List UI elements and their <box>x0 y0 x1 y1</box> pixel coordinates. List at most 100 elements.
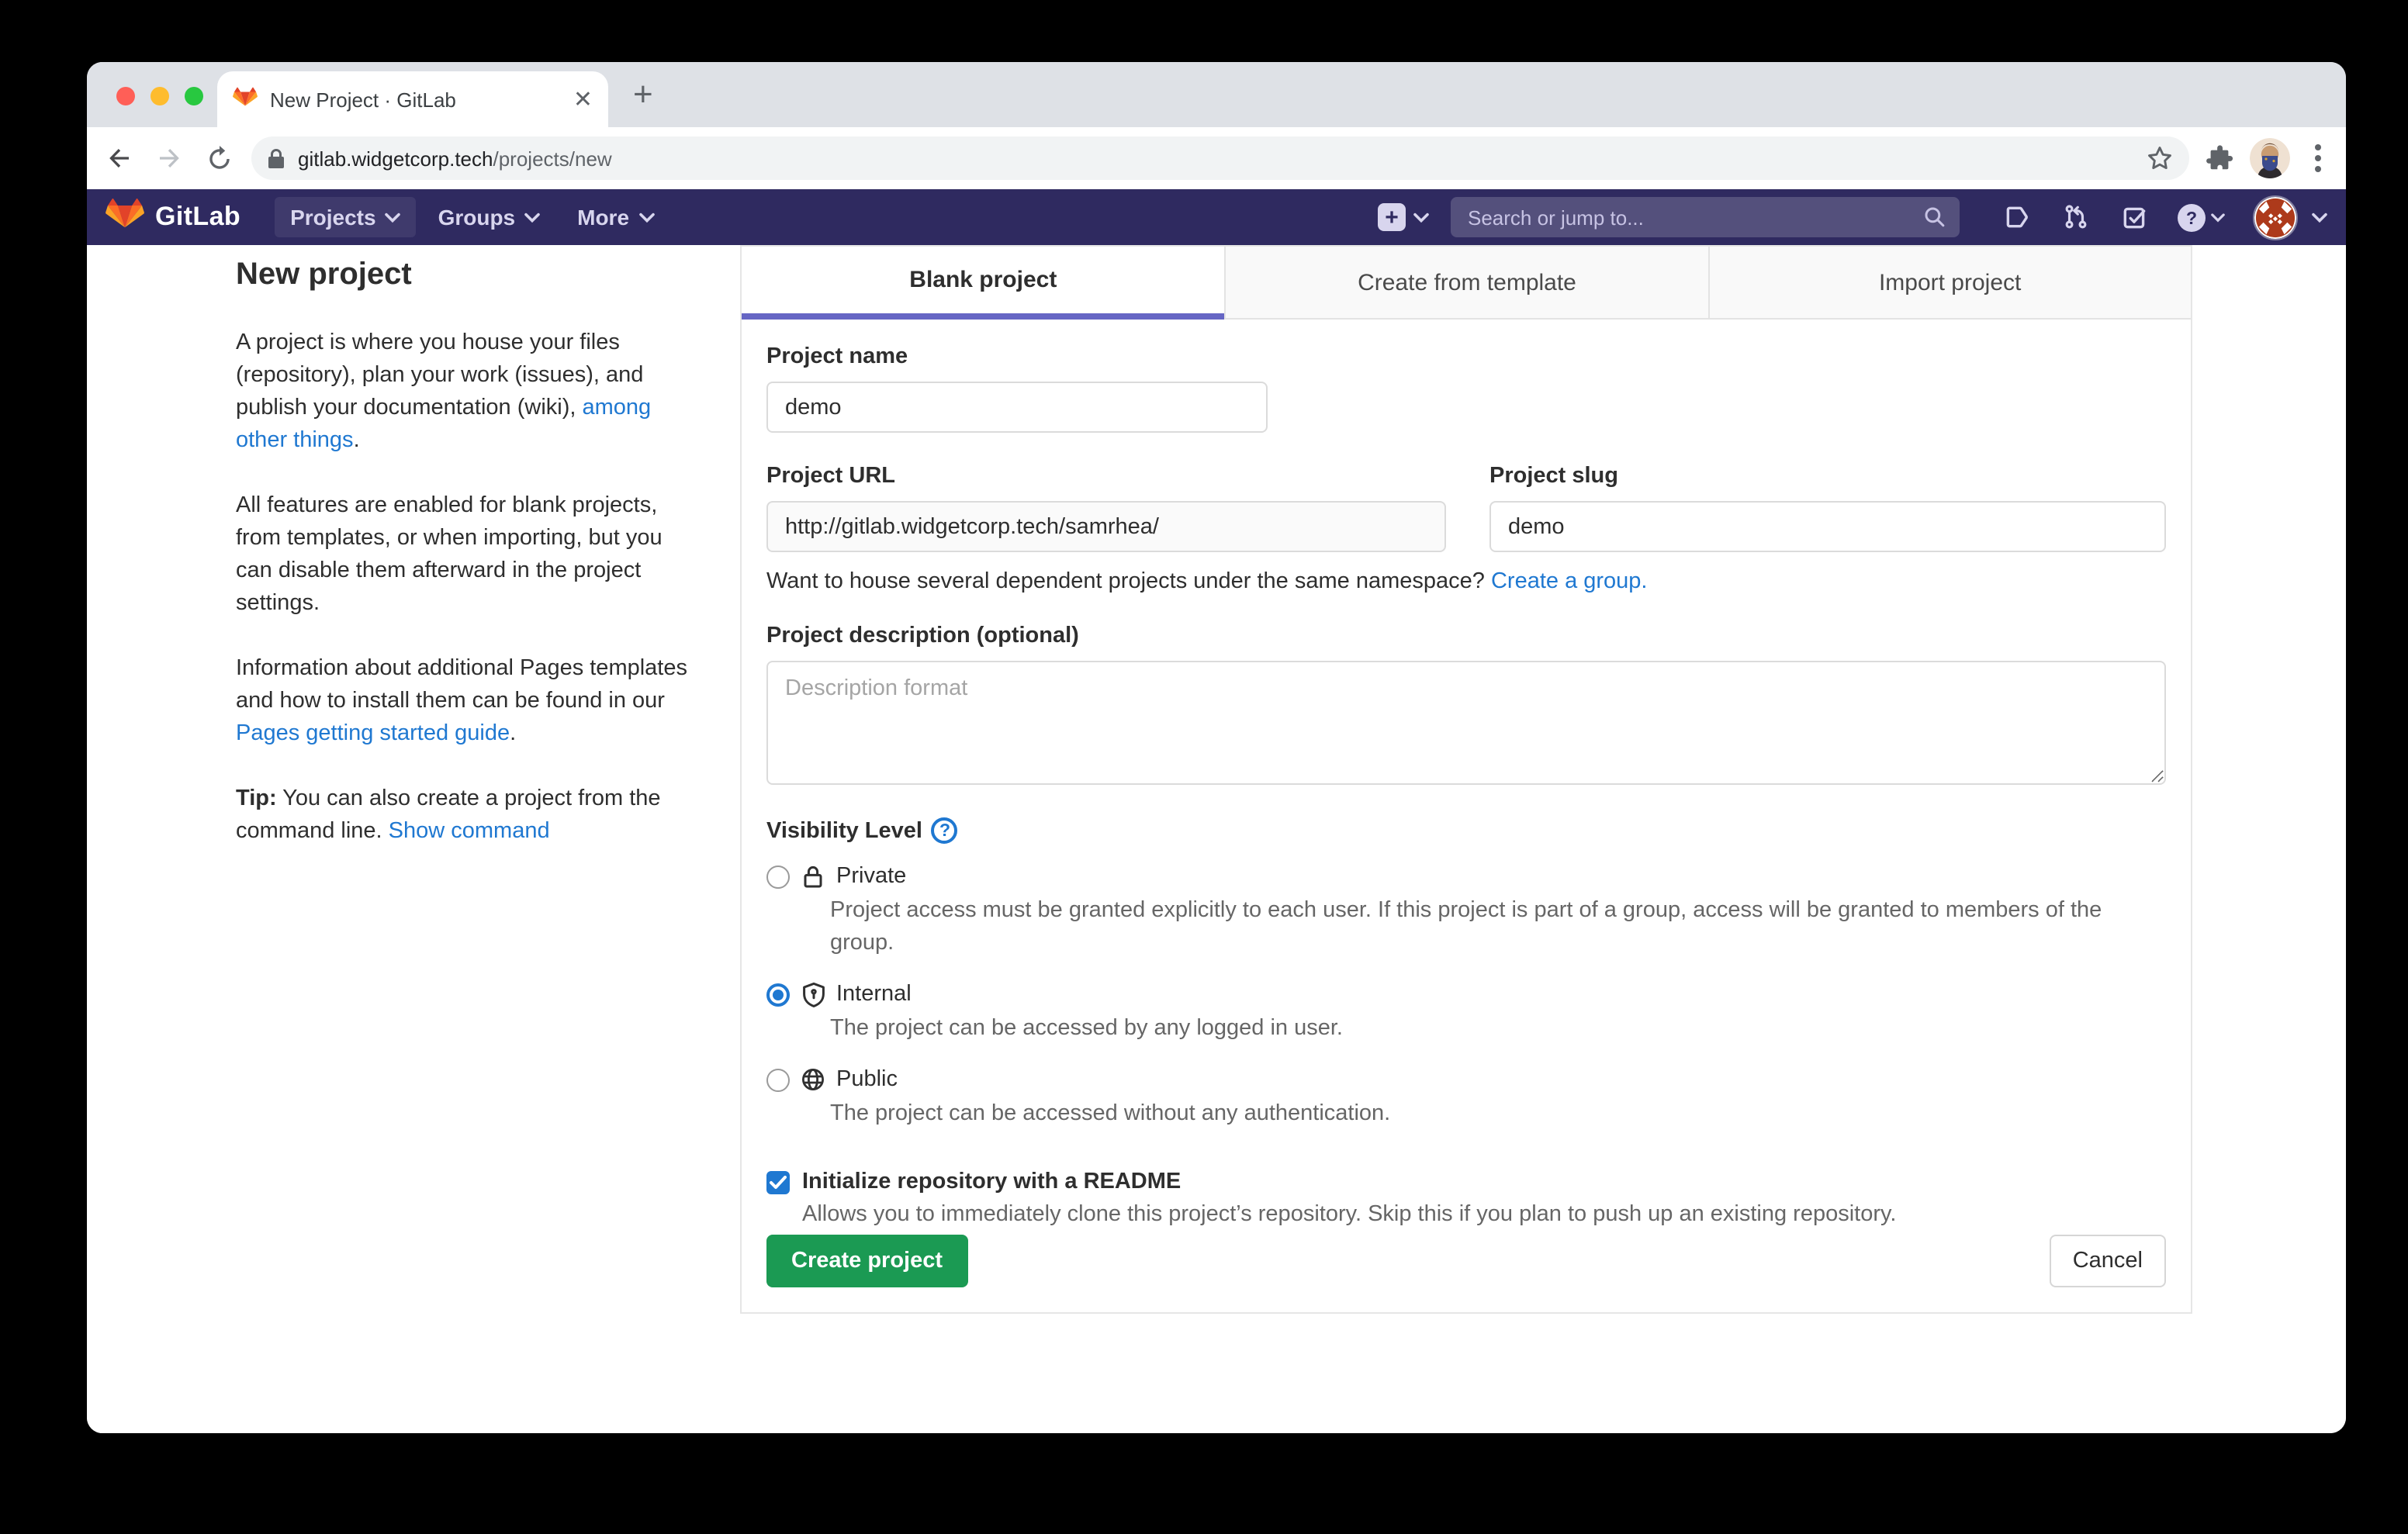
gitlab-favicon <box>233 87 258 112</box>
gitlab-brand[interactable]: GitLab <box>106 199 240 236</box>
cancel-button[interactable]: Cancel <box>2050 1235 2166 1287</box>
nav-item-label: Projects <box>290 205 376 230</box>
url-slug-row: Project URL Project slug <box>766 464 2166 552</box>
page-content: New project A project is where you house… <box>87 245 2346 1433</box>
visibility-option-name: Public <box>836 1067 898 1092</box>
close-window-button[interactable] <box>116 87 135 105</box>
visibility-option-private: Private Project access must be granted e… <box>766 862 2166 960</box>
help-icon: ? <box>2177 202 2206 232</box>
url-bar[interactable]: gitlab.widgetcorp.tech/projects/new <box>251 136 2189 180</box>
gitlab-logo-icon <box>106 199 144 236</box>
sidebar-tip: Tip: You can also create a project from … <box>236 783 689 848</box>
visibility-level-label: Visibility Level <box>766 818 922 843</box>
chevron-down-icon <box>524 212 540 223</box>
url-text: gitlab.widgetcorp.tech/projects/new <box>298 147 612 170</box>
search-box[interactable] <box>1451 197 1960 237</box>
visibility-option-head: Private <box>766 862 2166 890</box>
browser-tab[interactable]: New Project · GitLab ✕ <box>217 71 608 127</box>
tip-label: Tip: <box>236 786 277 811</box>
tab-close-icon[interactable]: ✕ <box>573 88 593 111</box>
project-type-tabs: Blank project Create from template Impor… <box>742 247 2191 320</box>
visibility-help-icon[interactable]: ? <box>932 817 958 844</box>
browser-toolbar: gitlab.widgetcorp.tech/projects/new <box>87 127 2346 189</box>
chevron-down-icon <box>386 212 401 223</box>
nav-item-more[interactable]: More <box>562 197 669 237</box>
url-path: /projects/new <box>493 147 612 170</box>
chevron-down-icon <box>1413 212 1429 223</box>
nav-item-projects[interactable]: Projects <box>275 197 417 237</box>
readme-row: Initialize repository with a README <box>766 1170 2166 1194</box>
sidebar-paragraph-3: Information about additional Pages templ… <box>236 653 689 751</box>
screenshot-stage: New Project · GitLab ✕ + gitlab.widgetco… <box>0 0 2408 1534</box>
merge-requests-icon[interactable] <box>2059 200 2093 234</box>
browser-window: New Project · GitLab ✕ + gitlab.widgetco… <box>87 62 2346 1433</box>
tab-blank-project[interactable]: Blank project <box>742 247 1225 320</box>
search-input[interactable] <box>1465 204 1915 230</box>
back-icon[interactable] <box>102 141 137 175</box>
new-menu-button[interactable]: + <box>1378 203 1429 231</box>
extensions-puzzle-icon[interactable] <box>2205 143 2234 173</box>
text-segment: . <box>354 428 360 453</box>
blank-project-form: Project name Project URL Project slug Wa… <box>742 320 2191 1312</box>
tab-create-from-template[interactable]: Create from template <box>1225 247 1708 320</box>
readme-description: Allows you to immediately clone this pro… <box>802 1202 2166 1227</box>
radio-internal[interactable] <box>766 983 790 1006</box>
show-command-link[interactable]: Show command <box>389 819 550 844</box>
nav-item-groups[interactable]: Groups <box>423 197 556 237</box>
lock-icon <box>799 862 827 890</box>
chevron-down-icon[interactable] <box>2312 212 2327 223</box>
tab-import-project[interactable]: Import project <box>1707 247 2191 320</box>
readme-checkbox[interactable] <box>766 1170 790 1194</box>
globe-icon <box>799 1066 827 1093</box>
todos-icon[interactable] <box>2118 200 2152 234</box>
chevron-down-icon <box>638 212 654 223</box>
project-slug-label: Project slug <box>1489 464 2166 489</box>
reload-icon[interactable] <box>202 141 236 175</box>
create-group-link[interactable]: Create a group. <box>1491 569 1648 594</box>
nav-item-label: Groups <box>438 205 516 230</box>
tab-title: New Project · GitLab <box>270 88 561 111</box>
bookmark-star-icon[interactable] <box>2146 144 2174 172</box>
svg-text:?: ? <box>2186 207 2197 227</box>
sidebar-paragraph-2: All features are enabled for blank proje… <box>236 490 689 620</box>
text-segment: Information about additional Pages templ… <box>236 656 687 713</box>
minimize-window-button[interactable] <box>150 87 169 105</box>
browser-menu-kebab-icon[interactable] <box>2306 144 2330 172</box>
search-icon <box>1924 206 1946 228</box>
macos-traffic-lights <box>116 87 203 105</box>
create-project-button[interactable]: Create project <box>766 1235 967 1287</box>
readme-group: Initialize repository with a README Allo… <box>766 1151 2166 1227</box>
issues-icon[interactable] <box>2000 200 2034 234</box>
visibility-option-public: Public The project can be accessed witho… <box>766 1066 2166 1131</box>
visibility-level-row: Visibility Level ? <box>766 817 2166 844</box>
project-slug-input[interactable] <box>1489 501 2166 552</box>
text-segment: Want to house several dependent projects… <box>766 569 1491 594</box>
radio-public[interactable] <box>766 1068 790 1091</box>
new-project-panel: Blank project Create from template Impor… <box>740 245 2192 1314</box>
visibility-option-head: Public <box>766 1066 2166 1093</box>
page-title: New project <box>236 257 689 293</box>
visibility-option-head: Internal <box>766 980 2166 1008</box>
gitlab-brand-name: GitLab <box>155 202 240 233</box>
text-segment: . <box>510 721 516 746</box>
project-name-label: Project name <box>766 344 2166 369</box>
browser-profile-avatar[interactable] <box>2250 138 2290 178</box>
pages-guide-link[interactable]: Pages getting started guide <box>236 721 510 746</box>
help-menu[interactable]: ? <box>2177 202 2225 232</box>
project-description-textarea[interactable] <box>766 661 2166 785</box>
maximize-window-button[interactable] <box>185 87 203 105</box>
project-url-column: Project URL <box>766 464 1446 552</box>
new-project-sidebar: New project A project is where you house… <box>236 257 689 881</box>
visibility-option-name: Private <box>836 864 906 889</box>
lock-icon <box>267 148 285 168</box>
user-avatar[interactable] <box>2253 195 2298 240</box>
form-actions: Create project Cancel <box>766 1235 2166 1287</box>
readme-label: Initialize repository with a README <box>802 1170 1181 1194</box>
new-tab-button[interactable]: + <box>633 78 653 112</box>
project-url-input[interactable] <box>766 501 1446 552</box>
forward-icon[interactable] <box>152 141 186 175</box>
chevron-down-icon <box>2211 212 2225 223</box>
project-name-input[interactable] <box>766 382 1268 433</box>
project-description-label: Project description (optional) <box>766 624 2166 648</box>
radio-private[interactable] <box>766 865 790 888</box>
